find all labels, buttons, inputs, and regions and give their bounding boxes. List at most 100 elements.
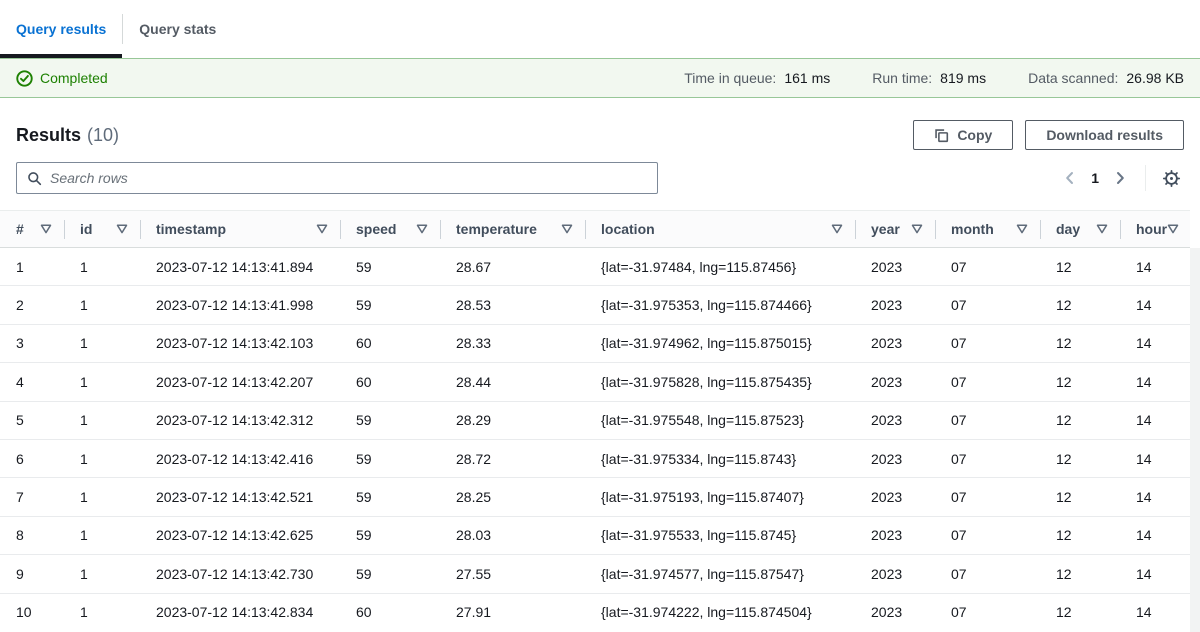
table-cell: 28.03 xyxy=(440,516,585,554)
results-table-container: # id timestampspeedtemperaturelocation year… xyxy=(0,210,1200,631)
filter-dropdown-icon[interactable] xyxy=(831,224,843,234)
next-page-button[interactable] xyxy=(1107,165,1133,191)
table-cell: 12 xyxy=(1040,555,1120,593)
search-input[interactable] xyxy=(50,170,647,186)
table-cell: 2023 xyxy=(855,516,935,554)
tab-query-results[interactable]: Query results xyxy=(0,0,122,58)
table-cell: 2023 xyxy=(855,593,935,631)
download-button-label: Download results xyxy=(1046,127,1163,143)
table-row: 812023-07-12 14:13:42.6255928.03{lat=-31… xyxy=(0,516,1190,554)
table-cell: 28.44 xyxy=(440,363,585,401)
column-header-row-number[interactable]: # xyxy=(0,211,64,248)
filter-dropdown-icon[interactable] xyxy=(1096,224,1108,234)
table-cell: 1 xyxy=(64,363,140,401)
tab-query-stats[interactable]: Query stats xyxy=(123,0,232,58)
data-scanned-label: Data scanned: xyxy=(1028,70,1118,86)
column-header-month[interactable]: month xyxy=(935,211,1040,248)
table-cell: 2023-07-12 14:13:42.625 xyxy=(140,516,340,554)
column-label: day xyxy=(1056,221,1080,237)
filter-dropdown-icon[interactable] xyxy=(1167,224,1179,234)
column-header-hour[interactable]: hour xyxy=(1120,211,1190,248)
table-cell: 7 xyxy=(0,478,64,516)
filter-dropdown-icon[interactable] xyxy=(561,224,573,234)
vertical-scrollbar[interactable] xyxy=(1190,248,1200,632)
table-cell: 28.33 xyxy=(440,324,585,362)
table-cell: 59 xyxy=(340,248,440,286)
copy-button[interactable]: Copy xyxy=(913,120,1013,150)
table-cell: 14 xyxy=(1120,516,1190,554)
download-results-button[interactable]: Download results xyxy=(1025,120,1184,150)
query-metrics: Time in queue: 161 ms Run time: 819 ms D… xyxy=(684,70,1184,86)
table-cell: 07 xyxy=(935,401,1040,439)
table-cell: 12 xyxy=(1040,516,1120,554)
chevron-left-icon xyxy=(1062,170,1078,186)
table-cell: 2023 xyxy=(855,363,935,401)
table-cell: 2023 xyxy=(855,401,935,439)
table-cell: 28.72 xyxy=(440,439,585,477)
table-toolbar: 1 xyxy=(0,162,1200,194)
column-header-year[interactable]: year xyxy=(855,211,935,248)
table-cell: 9 xyxy=(0,555,64,593)
run-time-label: Run time: xyxy=(872,70,932,86)
table-cell: 2023-07-12 14:13:42.730 xyxy=(140,555,340,593)
table-cell: 12 xyxy=(1040,324,1120,362)
column-label: month xyxy=(951,221,994,237)
search-box[interactable] xyxy=(16,162,658,194)
table-cell: 14 xyxy=(1120,401,1190,439)
table-cell: 1 xyxy=(64,439,140,477)
table-cell: 59 xyxy=(340,516,440,554)
table-cell: 12 xyxy=(1040,286,1120,324)
time-in-queue-stat: Time in queue: 161 ms xyxy=(684,70,830,86)
results-table: # id timestampspeedtemperaturelocation year… xyxy=(0,210,1190,631)
filter-dropdown-icon[interactable] xyxy=(116,224,128,234)
current-page[interactable]: 1 xyxy=(1091,170,1099,186)
table-cell: {lat=-31.974577, lng=115.87547} xyxy=(585,555,855,593)
column-header-speed[interactable]: speed xyxy=(340,211,440,248)
filter-dropdown-icon[interactable] xyxy=(1016,224,1028,234)
table-cell: 2023-07-12 14:13:42.416 xyxy=(140,439,340,477)
column-header-id[interactable]: id xyxy=(64,211,140,248)
table-cell: 60 xyxy=(340,324,440,362)
table-cell: 60 xyxy=(340,363,440,401)
chevron-right-icon xyxy=(1112,170,1128,186)
table-cell: 07 xyxy=(935,555,1040,593)
column-header-location[interactable]: location xyxy=(585,211,855,248)
table-cell: 1 xyxy=(64,286,140,324)
copy-icon xyxy=(934,128,949,143)
table-cell: 2023-07-12 14:13:42.103 xyxy=(140,324,340,362)
table-cell: 28.25 xyxy=(440,478,585,516)
table-cell: {lat=-31.974222, lng=115.874504} xyxy=(585,593,855,631)
table-cell: 28.67 xyxy=(440,248,585,286)
table-cell: 12 xyxy=(1040,478,1120,516)
results-title-text: Results xyxy=(16,125,81,145)
table-cell: 59 xyxy=(340,478,440,516)
pagination: 1 xyxy=(1057,165,1184,191)
table-cell: 2023-07-12 14:13:42.207 xyxy=(140,363,340,401)
tab-label: Query stats xyxy=(139,21,216,37)
table-cell: 1 xyxy=(64,593,140,631)
status-completed: Completed xyxy=(16,70,108,87)
table-row: 512023-07-12 14:13:42.3125928.29{lat=-31… xyxy=(0,401,1190,439)
results-title: Results (10) xyxy=(16,125,119,146)
filter-dropdown-icon[interactable] xyxy=(416,224,428,234)
column-header-timestamp[interactable]: timestamp xyxy=(140,211,340,248)
table-cell: 2023-07-12 14:13:42.312 xyxy=(140,401,340,439)
previous-page-button[interactable] xyxy=(1057,165,1083,191)
filter-dropdown-icon[interactable] xyxy=(316,224,328,234)
time-in-queue-value: 161 ms xyxy=(784,70,830,86)
table-cell: 14 xyxy=(1120,478,1190,516)
column-label: year xyxy=(871,221,900,237)
column-header-temperature[interactable]: temperature xyxy=(440,211,585,248)
filter-dropdown-icon[interactable] xyxy=(40,224,52,234)
table-cell: 12 xyxy=(1040,401,1120,439)
table-cell: 5 xyxy=(0,401,64,439)
table-cell: 12 xyxy=(1040,593,1120,631)
column-header-day[interactable]: day xyxy=(1040,211,1120,248)
filter-dropdown-icon[interactable] xyxy=(911,224,923,234)
column-label: id xyxy=(80,221,92,237)
results-count: (10) xyxy=(87,125,119,145)
table-cell: {lat=-31.975193, lng=115.87407} xyxy=(585,478,855,516)
table-cell: {lat=-31.975828, lng=115.875435} xyxy=(585,363,855,401)
table-cell: 1 xyxy=(0,248,64,286)
table-preferences-button[interactable] xyxy=(1158,165,1184,191)
